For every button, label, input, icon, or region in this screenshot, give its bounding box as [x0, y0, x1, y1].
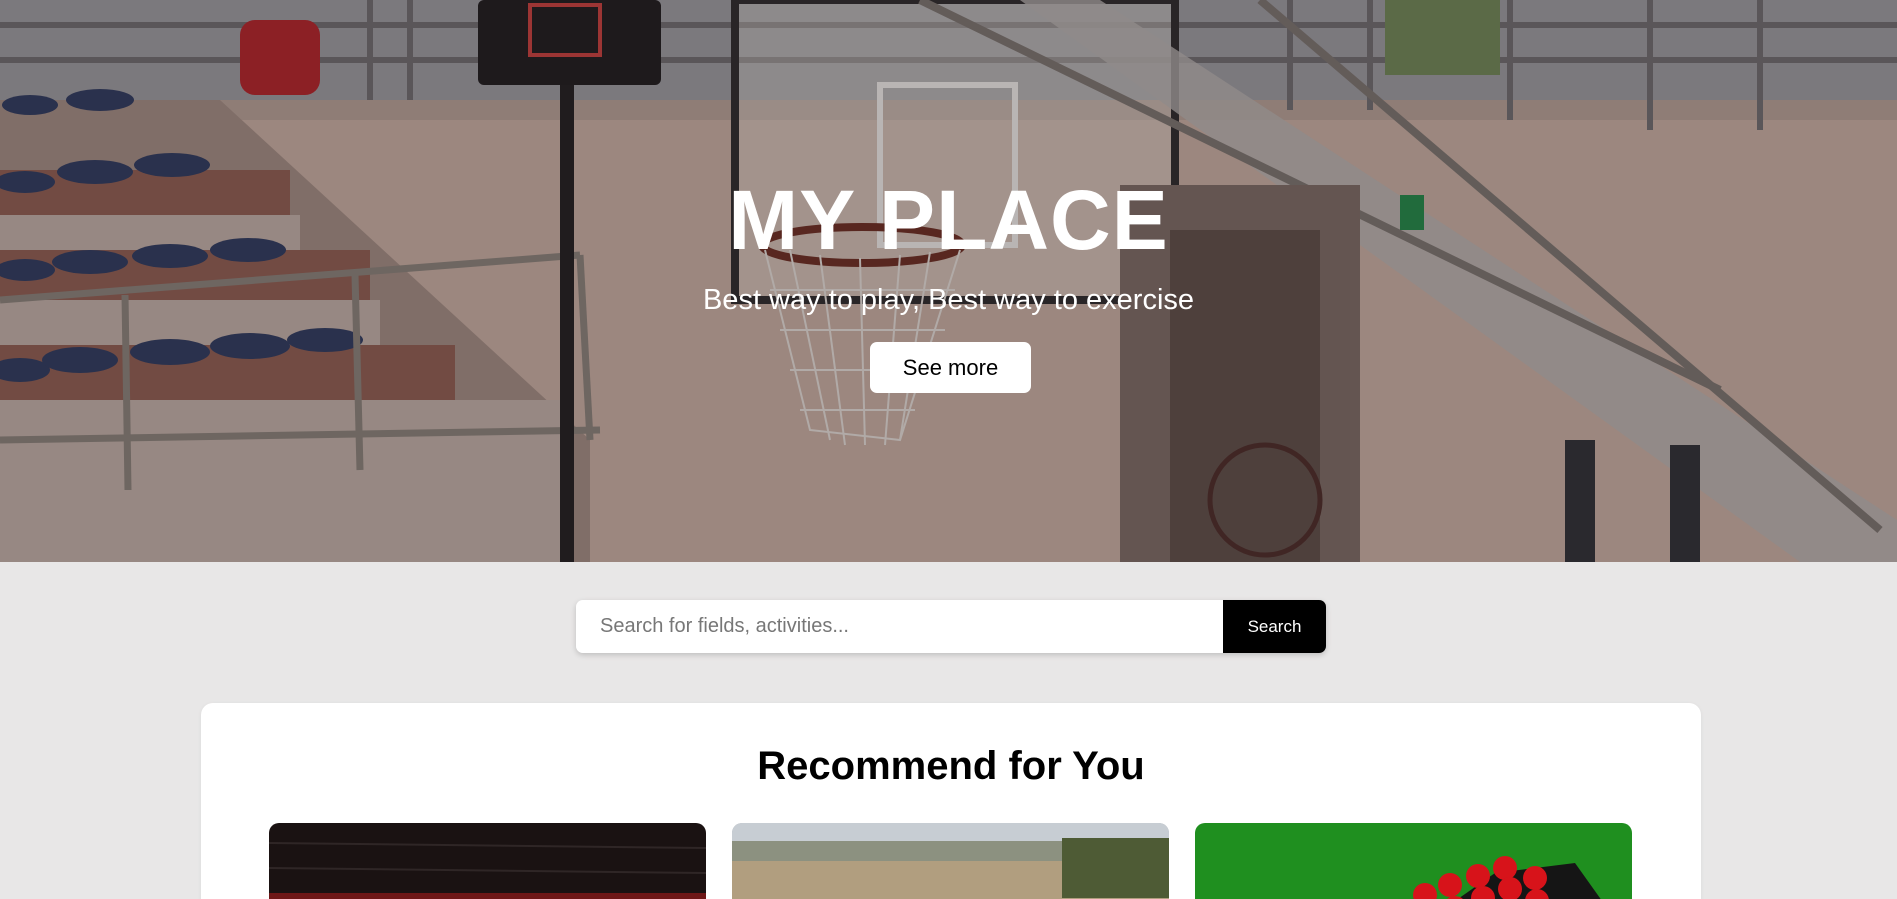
hero-subtitle: Best way to play, Best way to exercise — [702, 284, 1195, 316]
hero-banner: MY PLACE Best way to play, Best way to e… — [0, 0, 1897, 562]
search-bar: Search — [576, 600, 1326, 653]
card-image-indoor-court — [269, 823, 706, 899]
recommend-title: Recommend for You — [757, 744, 1145, 788]
search-button[interactable]: Search — [1223, 600, 1326, 653]
search-input[interactable] — [576, 600, 1223, 653]
hero-title: MY PLACE — [728, 173, 1169, 267]
card-image-outdoor-field — [732, 823, 1169, 899]
recommend-card-3[interactable] — [1195, 823, 1632, 899]
recommend-card-1[interactable] — [269, 823, 706, 899]
see-more-button[interactable]: See more — [870, 342, 1031, 393]
card-image-snooker — [1195, 823, 1632, 899]
recommend-card-2[interactable] — [732, 823, 1169, 899]
recommend-section: Recommend for You — [201, 703, 1701, 899]
page: MY PLACE Best way to play, Best way to e… — [0, 0, 1897, 899]
